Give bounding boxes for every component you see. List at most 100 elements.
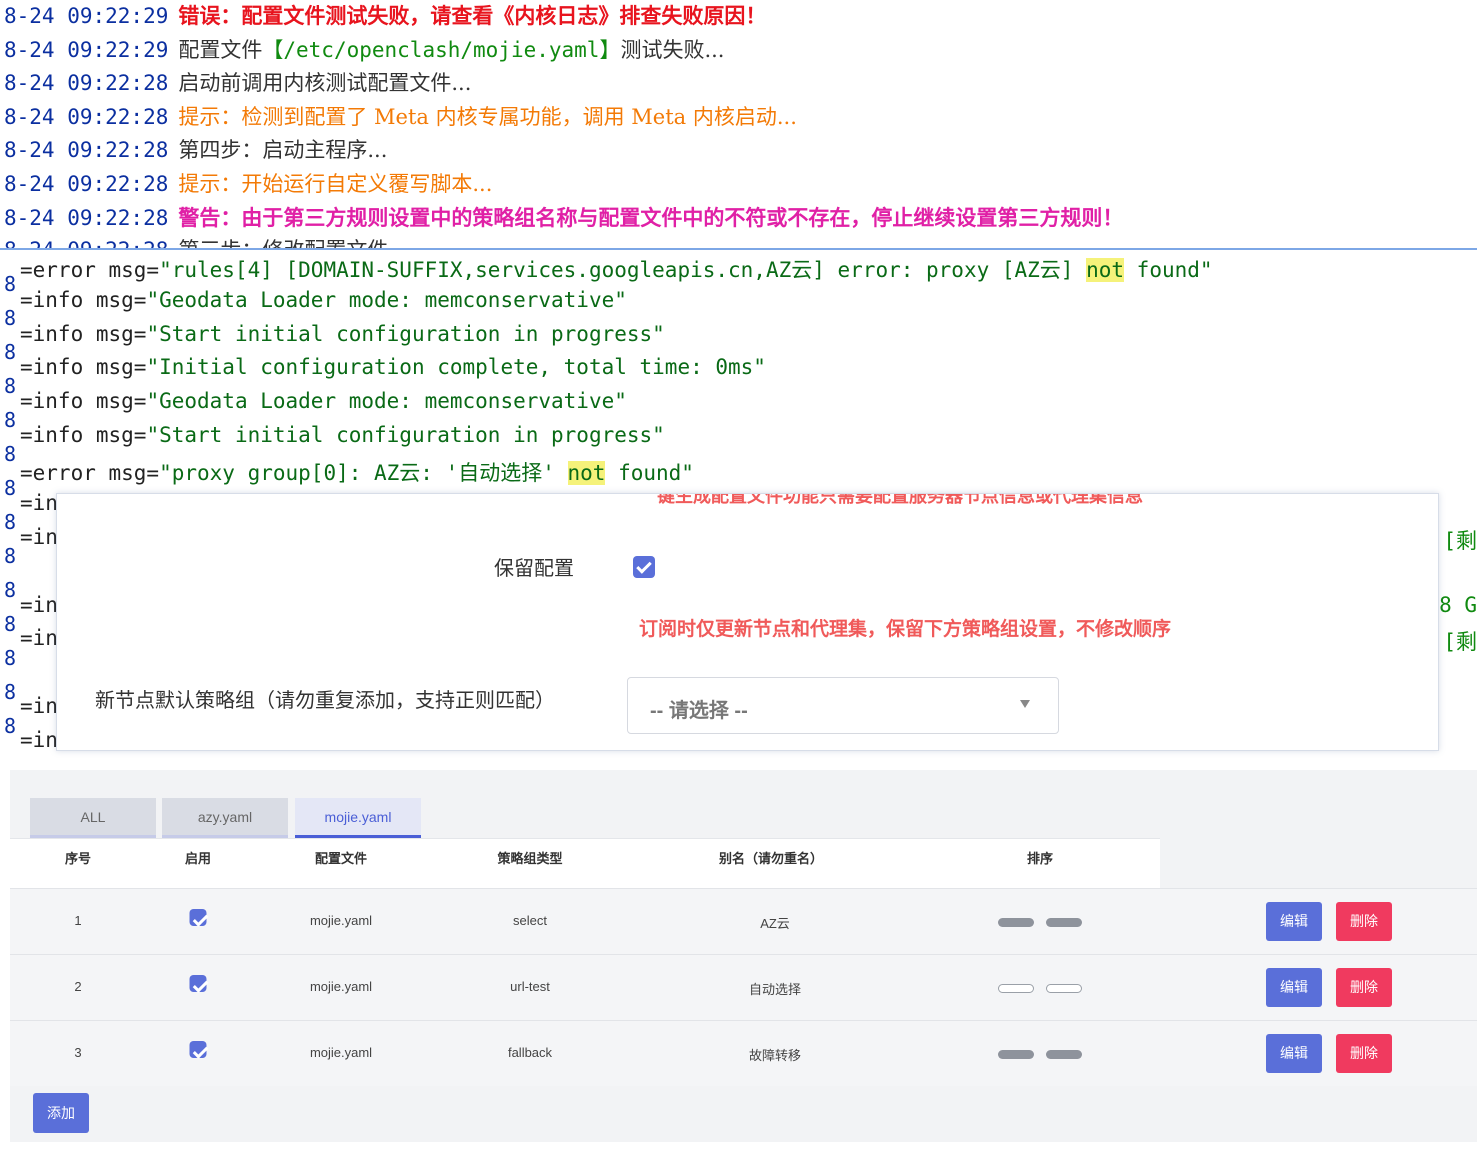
kernel-log-line: =info msg="Start initial configuration i… bbox=[20, 423, 665, 447]
tab-mojie-yaml[interactable]: mojie.yaml bbox=[295, 798, 421, 838]
log-overflow-fragment: 8 G bbox=[1439, 593, 1477, 617]
table-row: 1 mojie.yaml select AZ云 编辑 删除 bbox=[10, 888, 1477, 954]
tab-all[interactable]: ALL bbox=[30, 798, 156, 838]
keep-config-label: 保留配置 bbox=[494, 558, 574, 580]
log-timestamp: 8-24 09:22:28 bbox=[4, 138, 169, 162]
edit-button[interactable]: 编辑 bbox=[1266, 968, 1322, 1007]
log-text: "Initial configuration complete, total t… bbox=[146, 355, 766, 379]
log-line: 8-24 09:22:28 提示：检测到配置了 Meta 内核专属功能，调用 Me… bbox=[4, 101, 797, 135]
gutter-char: 8 bbox=[4, 306, 17, 330]
log-timestamp: 8-24 09:22:29 bbox=[4, 38, 169, 62]
enable-checkbox-cell bbox=[189, 975, 207, 995]
enable-checkbox[interactable] bbox=[189, 1041, 207, 1058]
proxy-group-panel: ALL azy.yaml mojie.yaml 序号 启用 配置文件 策略组类型… bbox=[10, 770, 1477, 1142]
log-text: found" bbox=[1124, 258, 1213, 282]
log-level: =in bbox=[20, 491, 58, 515]
log-level: =info msg= bbox=[20, 322, 147, 346]
log-line: 8-24 09:22:29 配置文件【/etc/openclash/mojie.y… bbox=[4, 34, 724, 68]
keep-config-hint: 订阅时仅更新节点和代理集，保留下方策略组设置，不修改顺序 bbox=[639, 619, 1172, 640]
clipped-notice: 键生成配置文件功能只需要配置服务器节点信息或代理集信息 bbox=[657, 493, 1143, 506]
log-level: =in bbox=[20, 593, 58, 617]
kernel-log-line: =error msg="proxy group[0]: AZ云: '自动选择' … bbox=[20, 457, 694, 487]
log-message: 提示：开始运行自定义覆写脚本... bbox=[178, 172, 493, 196]
dropdown-arrow-icon bbox=[1020, 700, 1030, 708]
move-up-icon[interactable] bbox=[998, 984, 1034, 993]
gutter-char: 8 bbox=[4, 442, 17, 466]
row-group-type: url-test bbox=[510, 979, 550, 994]
log-message-prefix: 配置文件 bbox=[178, 38, 263, 62]
search-highlight: not bbox=[567, 461, 606, 485]
row-index: 2 bbox=[74, 979, 82, 994]
row-alias: 自动选择 bbox=[748, 982, 802, 997]
log-timestamp: 8-24 09:22:28 bbox=[4, 71, 169, 95]
log-timestamp: 8-24 09:22:28 bbox=[4, 172, 169, 196]
row-index: 1 bbox=[74, 913, 82, 928]
col-sort: 排序 bbox=[1026, 851, 1054, 866]
row-alias: 故障转移 bbox=[748, 1048, 802, 1063]
log-level: =info msg= bbox=[20, 288, 147, 312]
col-config-file: 配置文件 bbox=[314, 851, 368, 866]
log-message: 第四步：启动主程序... bbox=[178, 138, 388, 162]
gutter-char: 8 bbox=[4, 476, 17, 500]
keep-config-checkbox[interactable] bbox=[633, 556, 655, 578]
log-level: =info msg= bbox=[20, 355, 147, 379]
move-up-icon[interactable] bbox=[998, 1050, 1034, 1059]
edit-button[interactable]: 编辑 bbox=[1266, 1034, 1322, 1073]
move-down-icon[interactable] bbox=[1046, 1050, 1082, 1059]
move-down-icon[interactable] bbox=[1046, 918, 1082, 927]
col-index: 序号 bbox=[64, 851, 92, 866]
kernel-log-line: =info msg="Geodata Loader mode: memconse… bbox=[20, 288, 627, 312]
default-group-select[interactable]: -- 请选择 -- bbox=[627, 677, 1059, 734]
log-overflow-fragment: [剩 bbox=[1443, 529, 1477, 553]
gutter-char: 8 bbox=[4, 408, 17, 432]
kernel-log-line: =in bbox=[20, 525, 58, 549]
log-text: "Geodata Loader mode: memconservative" bbox=[146, 288, 627, 312]
delete-button[interactable]: 删除 bbox=[1336, 968, 1392, 1007]
log-line: 8-24 09:22:29 错误：配置文件测试失败，请查看《内核日志》排查失败原因… bbox=[4, 0, 766, 34]
enable-checkbox[interactable] bbox=[189, 975, 207, 992]
log-text: "rules[4] [DOMAIN-SUFFIX,services.google… bbox=[159, 258, 1087, 282]
tab-azy-yaml[interactable]: azy.yaml bbox=[162, 798, 288, 838]
table-header: 序号 启用 配置文件 策略组类型 别名（请勿重名） 排序 bbox=[10, 838, 1160, 888]
gutter-char: 8 bbox=[4, 714, 17, 738]
settings-panel: 键生成配置文件功能只需要配置服务器节点信息或代理集信息 保留配置 订阅时仅更新节… bbox=[56, 493, 1439, 751]
kernel-log-line: =info msg="Geodata Loader mode: memconse… bbox=[20, 389, 627, 413]
col-alias: 别名（请勿重名） bbox=[718, 851, 824, 866]
select-placeholder: -- 请选择 -- bbox=[650, 700, 748, 722]
delete-button[interactable]: 删除 bbox=[1336, 1034, 1392, 1073]
edit-button[interactable]: 编辑 bbox=[1266, 902, 1322, 941]
gutter-char: 8 bbox=[4, 510, 17, 534]
log-message: 警告：由于第三方规则设置中的策略组名称与配置文件中的不符或不存在，停止继续设置第… bbox=[178, 205, 1124, 230]
gutter-char: 8 bbox=[4, 578, 17, 602]
kernel-log-line: =in bbox=[20, 694, 58, 718]
log-level: =error msg= bbox=[20, 461, 160, 485]
row-config-file: mojie.yaml bbox=[309, 1045, 373, 1060]
gutter-char: 8 bbox=[4, 544, 17, 568]
openclash-run-log: 8-24 09:22:29 错误：配置文件测试失败，请查看《内核日志》排查失败原因… bbox=[0, 0, 1477, 250]
kernel-log-line: =error msg="rules[4] [DOMAIN-SUFFIX,serv… bbox=[20, 254, 1213, 284]
log-overflow-fragment: [剩 bbox=[1443, 630, 1477, 654]
log-text: "Start initial configuration in progress… bbox=[146, 322, 665, 346]
log-line: 8-24 09:22:28 第四步：启动主程序... bbox=[4, 134, 387, 168]
gutter-char: 8 bbox=[4, 374, 17, 398]
log-line: 8-24 09:22:28 警告：由于第三方规则设置中的策略组名称与配置文件中的不… bbox=[4, 202, 1123, 236]
gutter-char: 8 bbox=[4, 272, 17, 296]
add-group-button[interactable]: 添加 bbox=[33, 1093, 89, 1133]
kernel-log-line: =in bbox=[20, 593, 58, 617]
kernel-log-line: =in bbox=[20, 626, 58, 650]
move-down-icon[interactable] bbox=[1046, 984, 1082, 993]
log-text: "proxy group[0]: AZ云: '自动选择' bbox=[159, 461, 568, 485]
enable-checkbox[interactable] bbox=[189, 909, 207, 926]
row-alias: AZ云 bbox=[760, 916, 790, 931]
kernel-log-line: =info msg="Start initial configuration i… bbox=[20, 322, 665, 346]
enable-checkbox-cell bbox=[189, 909, 207, 929]
row-config-file: mojie.yaml bbox=[309, 913, 373, 928]
delete-button[interactable]: 删除 bbox=[1336, 902, 1392, 941]
move-up-icon[interactable] bbox=[998, 918, 1034, 927]
log-message-suffix: 测试失败... bbox=[620, 38, 725, 62]
log-level: =info msg= bbox=[20, 423, 147, 447]
log-message: 错误：配置文件测试失败，请查看《内核日志》排查失败原因！ bbox=[178, 3, 767, 28]
log-text: found" bbox=[605, 461, 694, 485]
log-text: "Start initial configuration in progress… bbox=[146, 423, 665, 447]
log-message: 启动前调用内核测试配置文件... bbox=[178, 71, 472, 95]
